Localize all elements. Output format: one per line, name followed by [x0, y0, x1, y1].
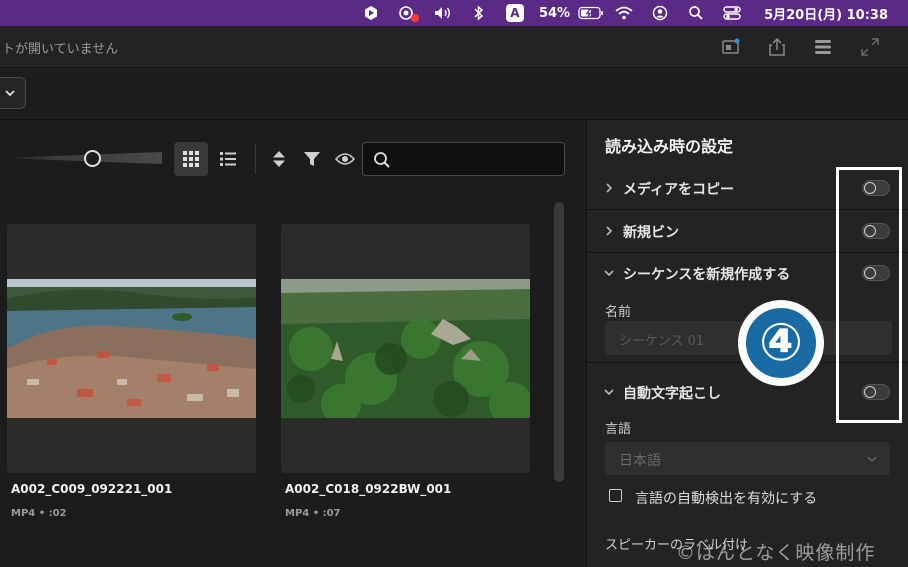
- grid-icon: [183, 151, 199, 167]
- workspaces-icon[interactable]: [812, 36, 834, 58]
- battery-percent: 54%: [538, 5, 571, 21]
- clip-card[interactable]: [281, 224, 530, 473]
- control-center-icon[interactable]: [714, 0, 750, 26]
- language-label: 言語: [605, 422, 632, 437]
- search-field[interactable]: [362, 142, 565, 176]
- input-source-icon[interactable]: A: [497, 0, 533, 26]
- eye-icon: [335, 153, 355, 165]
- setting-label: シーケンスを新規作成する: [623, 267, 791, 283]
- chevron-down-icon[interactable]: [603, 267, 615, 279]
- media-browser: A002_C009_092221_001 MP4 • :02 A002_C018…: [0, 120, 586, 567]
- step-badge: ④: [738, 300, 824, 386]
- menu-bar: A 54% 5月20日(月) 10:38: [0, 0, 908, 26]
- panel-title: 読み込み時の設定: [605, 137, 734, 156]
- setting-label: 自動文字起こし: [623, 386, 721, 402]
- bluetooth-icon[interactable]: [461, 0, 497, 26]
- chevron-right-icon[interactable]: [603, 182, 615, 194]
- fullscreen-icon[interactable]: [859, 36, 881, 58]
- chevron-down-icon[interactable]: [603, 386, 615, 398]
- grid-view-button[interactable]: [174, 142, 208, 176]
- sort-icon: [273, 151, 285, 167]
- project-title: トが開いていません: [2, 42, 119, 57]
- clip-thumbnail: [7, 279, 256, 418]
- auto-detect-checkbox[interactable]: [609, 489, 622, 502]
- sort-button[interactable]: [262, 142, 296, 176]
- chevron-down-icon: [867, 456, 877, 463]
- browser-controls: [0, 140, 586, 180]
- toolbar-divider: [255, 144, 256, 174]
- clip-name: A002_C018_0922BW_001: [285, 482, 452, 496]
- clip-thumbnail: [281, 279, 530, 418]
- clip-meta: MP4 • :02: [11, 508, 67, 519]
- setting-label: 新規ビン: [623, 225, 679, 241]
- language-select[interactable]: 日本語: [605, 442, 890, 475]
- menubar-clock[interactable]: 5月20日(月) 10:38: [750, 0, 894, 26]
- visibility-button[interactable]: [328, 142, 362, 176]
- clip-meta: MP4 • :07: [285, 508, 341, 519]
- quick-export-icon[interactable]: [720, 36, 742, 58]
- list-icon: [220, 152, 236, 166]
- app-icon[interactable]: [353, 0, 389, 26]
- chevron-down-icon: [5, 90, 15, 97]
- step-number: ④: [743, 305, 819, 381]
- search-icon: [374, 152, 390, 168]
- sequence-name-label: 名前: [605, 305, 632, 320]
- language-value: 日本語: [619, 453, 661, 469]
- search-input[interactable]: [363, 143, 564, 175]
- toolbar: [0, 68, 908, 120]
- thumbnail-size-slider-track[interactable]: [0, 152, 162, 164]
- clip-card[interactable]: [7, 224, 256, 473]
- wifi-icon[interactable]: [606, 0, 642, 26]
- auto-detect-label: 言語の自動検出を有効にする: [635, 491, 818, 507]
- chevron-right-icon[interactable]: [603, 225, 615, 237]
- screen-record-icon[interactable]: [389, 0, 425, 26]
- setting-label: メディアをコピー: [623, 182, 735, 198]
- spotlight-icon[interactable]: [678, 0, 714, 26]
- thumbnail-size-slider-handle[interactable]: [84, 150, 101, 167]
- list-view-button[interactable]: [211, 142, 245, 176]
- location-dropdown[interactable]: [0, 77, 26, 109]
- battery-icon[interactable]: [576, 0, 606, 26]
- filter-button[interactable]: [295, 142, 329, 176]
- clip-name: A002_C009_092221_001: [11, 482, 173, 496]
- media-scrollbar[interactable]: [554, 202, 564, 482]
- user-icon[interactable]: [642, 0, 678, 26]
- volume-icon[interactable]: [425, 0, 461, 26]
- toggle-highlight-box: [836, 167, 902, 423]
- recording-dot: [410, 14, 419, 22]
- filter-icon: [304, 152, 320, 166]
- title-bar: トが開いていません: [0, 26, 908, 68]
- watermark: ©はんとなく映像制作: [676, 542, 876, 564]
- share-icon[interactable]: [766, 36, 788, 58]
